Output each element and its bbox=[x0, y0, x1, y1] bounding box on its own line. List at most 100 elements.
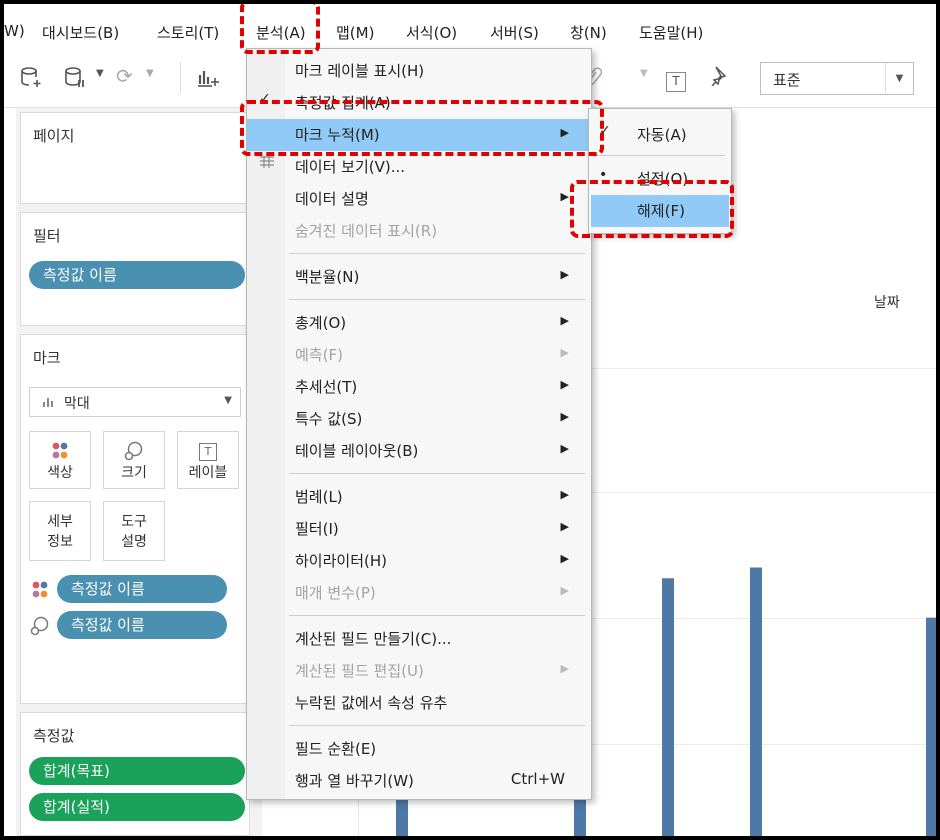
submenu-arrow-icon: ▶ bbox=[560, 488, 569, 501]
submenu-arrow-icon: ▶ bbox=[560, 662, 569, 675]
chevron-down-icon[interactable]: ▼ bbox=[96, 68, 104, 79]
menu-format[interactable]: 서식(O) bbox=[406, 22, 457, 43]
menu-separator bbox=[289, 299, 585, 300]
submenu-arrow-icon: ▶ bbox=[560, 552, 569, 565]
menu-item-18[interactable]: 누락된 값에서 속성 유추 bbox=[247, 687, 591, 719]
chart-bar[interactable] bbox=[662, 578, 674, 836]
menu-item-5[interactable]: 숨겨진 데이터 표시(R) bbox=[247, 215, 591, 247]
pin-icon[interactable] bbox=[708, 64, 730, 91]
menu-item-12[interactable]: 범례(L) ▶ bbox=[247, 481, 591, 513]
toolbar-separator bbox=[180, 62, 181, 94]
menu-item-4[interactable]: 데이터 설명 ▶ bbox=[247, 183, 591, 215]
menu-story[interactable]: 스토리(T) bbox=[157, 22, 219, 43]
menu-item-20[interactable]: 행과 열 바꾸기(W) Ctrl+W bbox=[247, 765, 591, 797]
color-button[interactable]: 색상 bbox=[29, 431, 91, 489]
menu-item-label: 추세선(T) bbox=[295, 378, 358, 396]
menu-item-10[interactable]: 특수 값(S) ▶ bbox=[247, 403, 591, 435]
chevron-down-icon[interactable]: ▼ bbox=[640, 68, 648, 79]
menu-item-label: 필드 순환(E) bbox=[295, 740, 377, 758]
chevron-down-icon[interactable]: ▼ bbox=[224, 395, 232, 406]
menu-item-0[interactable]: 마크 레이블 표시(H) bbox=[247, 55, 591, 87]
size-field-pill[interactable]: 측정값 이름 bbox=[57, 611, 227, 639]
menu-help[interactable]: 도움말(H) bbox=[639, 22, 703, 43]
chart-bar[interactable] bbox=[926, 617, 936, 836]
menu-item-19[interactable]: 필드 순환(E) bbox=[247, 733, 591, 765]
measure-pill-actual[interactable]: 합계(실적) bbox=[29, 793, 245, 821]
submenu-arrow-icon: ▶ bbox=[560, 378, 569, 391]
filter-pill[interactable]: 측정값 이름 bbox=[29, 261, 245, 289]
label-t-icon[interactable]: T bbox=[666, 66, 686, 92]
menu-item-13[interactable]: 필터(I) ▶ bbox=[247, 513, 591, 545]
menu-separator bbox=[595, 155, 725, 156]
menu-window-partial[interactable]: W) bbox=[4, 22, 25, 40]
tooltip-button-label-1: 도구 bbox=[121, 514, 147, 530]
annotation-box-stack-marks bbox=[240, 100, 604, 156]
mark-type-select[interactable]: 막대 ▼ bbox=[29, 387, 241, 417]
size-button[interactable]: 크기 bbox=[103, 431, 165, 489]
menu-dashboard[interactable]: 대시보드(B) bbox=[42, 22, 119, 43]
color-dots-icon bbox=[29, 579, 51, 605]
filters-card: 필터 측정값 이름 bbox=[20, 212, 250, 326]
left-panel: 페이지 필터 측정값 이름 마크 막대 ▼ 색상 크기 T 레이블 세부 정보 … bbox=[16, 108, 250, 836]
menu-item-label: 특수 값(S) bbox=[295, 410, 363, 428]
bar-chart-icon bbox=[42, 394, 56, 412]
menu-separator bbox=[289, 253, 585, 254]
new-worksheet-icon[interactable] bbox=[196, 66, 220, 93]
tooltip-button-label-2: 설명 bbox=[121, 534, 147, 550]
submenu-arrow-icon: ▶ bbox=[560, 346, 569, 359]
menu-item-label: 범례(L) bbox=[295, 488, 343, 506]
menu-item-15[interactable]: 매개 변수(P) ▶ bbox=[247, 577, 591, 609]
menu-item-9[interactable]: 추세선(T) ▶ bbox=[247, 371, 591, 403]
color-dots-icon bbox=[30, 440, 90, 460]
menu-item-14[interactable]: 하이라이터(H) ▶ bbox=[247, 545, 591, 577]
label-button[interactable]: T 레이블 bbox=[177, 431, 239, 489]
tooltip-button[interactable]: 도구 설명 bbox=[103, 501, 165, 561]
format-select[interactable]: 표준 ▼ bbox=[760, 62, 914, 95]
annotation-box-off-option bbox=[570, 180, 734, 238]
menu-server[interactable]: 서버(S) bbox=[490, 22, 539, 43]
menu-item-6[interactable]: 백분율(N) ▶ bbox=[247, 261, 591, 293]
marks-title: 마크 bbox=[33, 349, 61, 367]
menu-item-label: 행과 열 바꾸기(W) bbox=[295, 772, 414, 790]
menu-item-label: 필터(I) bbox=[295, 520, 339, 538]
submenu-arrow-icon: ▶ bbox=[560, 268, 569, 281]
chevron-down-icon[interactable]: ▼ bbox=[146, 68, 154, 79]
menu-separator bbox=[289, 725, 585, 726]
color-field-pill[interactable]: 측정값 이름 bbox=[57, 575, 227, 603]
menu-item-label: 하이라이터(H) bbox=[295, 552, 387, 570]
submenu-arrow-icon: ▶ bbox=[560, 190, 569, 203]
marks-card: 마크 막대 ▼ 색상 크기 T 레이블 세부 정보 도구 설명 측정값 이름 측… bbox=[20, 334, 250, 704]
view-data-icon bbox=[259, 155, 275, 173]
menu-item-17[interactable]: 계산된 필드 편집(U) ▶ bbox=[247, 655, 591, 687]
menu-item-7[interactable]: 총계(O) ▶ bbox=[247, 307, 591, 339]
pause-datasource-icon[interactable] bbox=[64, 66, 86, 93]
submenu-item-0[interactable]: ✓ 자동(A) bbox=[591, 119, 729, 151]
measures-title: 측정값 bbox=[33, 727, 75, 745]
menu-map[interactable]: 맵(M) bbox=[336, 22, 374, 43]
menu-item-16[interactable]: 계산된 필드 만들기(C)... bbox=[247, 623, 591, 655]
menu-item-label: 누락된 값에서 속성 유추 bbox=[295, 694, 448, 712]
submenu-arrow-icon: ▶ bbox=[560, 410, 569, 423]
menu-bar: W) 대시보드(B) 스토리(T) 분석(A) 맵(M) 서식(O) 서버(S)… bbox=[4, 12, 936, 48]
menu-item-label: 데이터 설명 bbox=[295, 190, 369, 208]
measure-pill-target[interactable]: 합계(목표) bbox=[29, 757, 245, 785]
annotation-box-analysis-menu bbox=[240, 4, 320, 54]
color-button-label: 색상 bbox=[47, 465, 73, 481]
chevron-down-icon[interactable]: ▼ bbox=[885, 63, 913, 94]
measures-card: 측정값 합계(목표) 합계(실적) bbox=[20, 712, 250, 836]
menu-item-label: 계산된 필드 편집(U) bbox=[295, 662, 424, 680]
chart-bar[interactable] bbox=[750, 567, 762, 837]
menu-item-11[interactable]: 테이블 레이아웃(B) ▶ bbox=[247, 435, 591, 467]
menu-item-label: 숨겨진 데이터 표시(R) bbox=[295, 222, 438, 240]
label-t-icon: T bbox=[178, 440, 238, 461]
detail-button[interactable]: 세부 정보 bbox=[29, 501, 91, 561]
detail-button-label-2: 정보 bbox=[47, 534, 73, 550]
menu-item-label: 데이터 보기(V)... bbox=[295, 158, 406, 176]
menu-window[interactable]: 창(N) bbox=[570, 22, 607, 43]
new-datasource-icon[interactable] bbox=[20, 66, 42, 93]
refresh-icon[interactable]: ⟳ bbox=[116, 64, 133, 88]
menu-item-8[interactable]: 예측(F) ▶ bbox=[247, 339, 591, 371]
detail-button-label-1: 세부 bbox=[47, 514, 73, 530]
analysis-dropdown-menu: 마크 레이블 표시(H) ✓ 측정값 집계(A) 마크 누적(M) ▶ 데이터 보기(V)… bbox=[246, 48, 592, 800]
size-icon bbox=[104, 440, 164, 461]
